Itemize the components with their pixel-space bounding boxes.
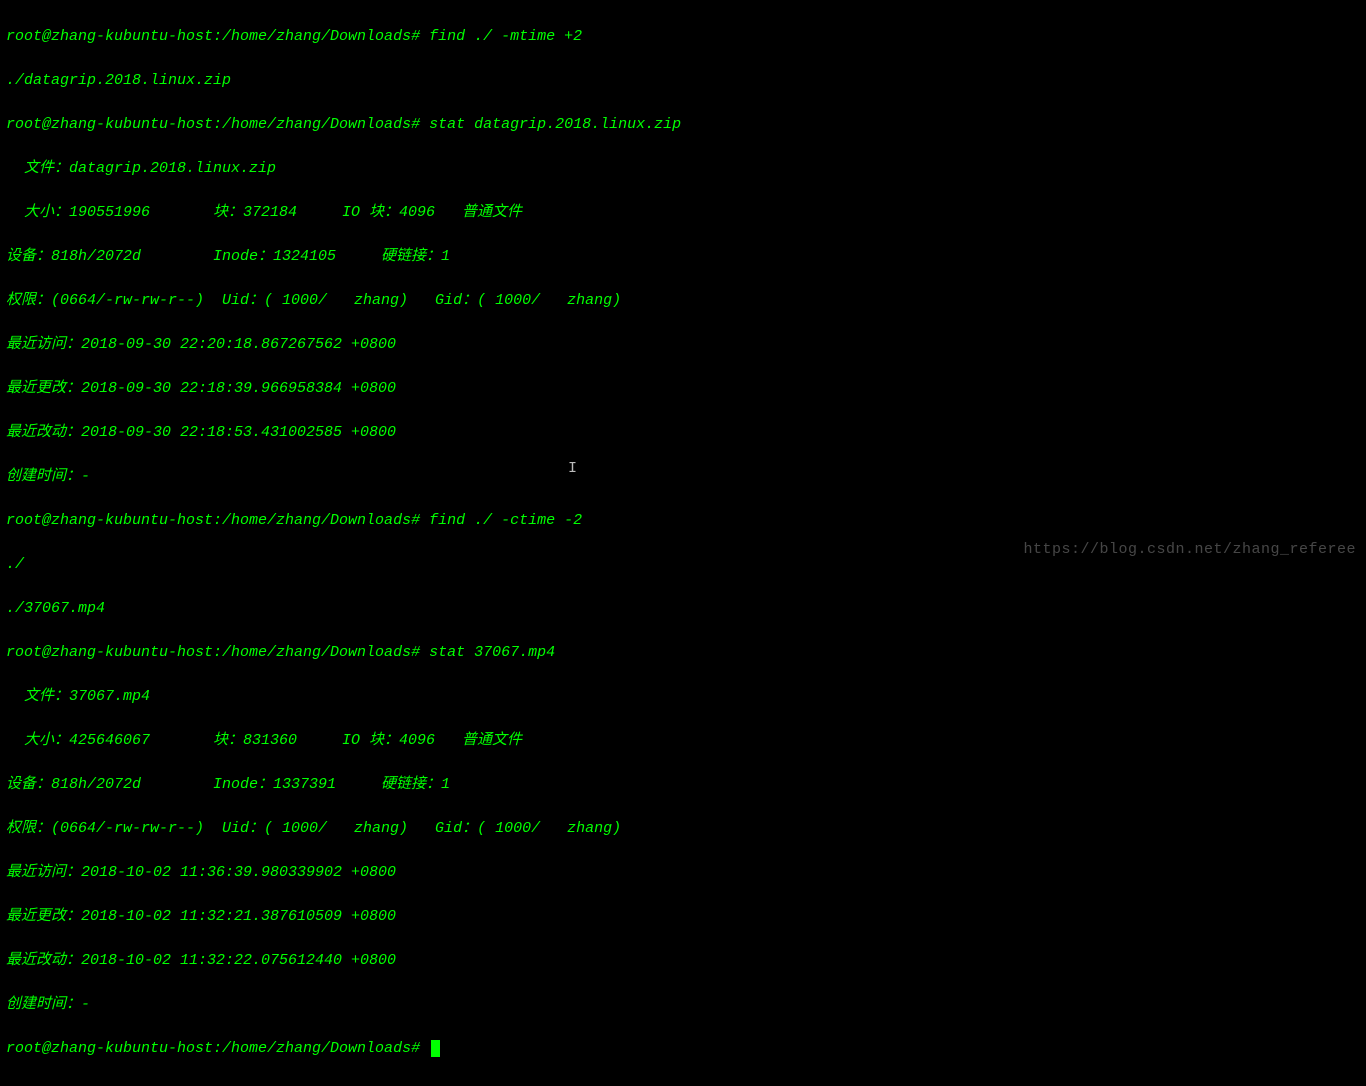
command-line: root@zhang-kubuntu-host:/home/zhang/Down…	[6, 510, 1360, 532]
shell-prompt: root@zhang-kubuntu-host:/home/zhang/Down…	[6, 512, 429, 529]
shell-prompt: root@zhang-kubuntu-host:/home/zhang/Down…	[6, 116, 429, 133]
output-line: 最近更改：2018-10-02 11:32:21.387610509 +0800	[6, 906, 1360, 928]
output-line: 大小：425646067 块：831360 IO 块：4096 普通文件	[6, 730, 1360, 752]
output-line: ./37067.mp4	[6, 598, 1360, 620]
watermark-text: https://blog.csdn.net/zhang_referee	[1023, 539, 1356, 561]
command-line: root@zhang-kubuntu-host:/home/zhang/Down…	[6, 114, 1360, 136]
output-line: 最近改动：2018-10-02 11:32:22.075612440 +0800	[6, 950, 1360, 972]
shell-prompt: root@zhang-kubuntu-host:/home/zhang/Down…	[6, 28, 429, 45]
command-text: find ./ -ctime -2	[429, 512, 582, 529]
output-line: 最近访问：2018-09-30 22:20:18.867267562 +0800	[6, 334, 1360, 356]
output-line: 创建时间：-	[6, 994, 1360, 1016]
output-line: 大小：190551996 块：372184 IO 块：4096 普通文件	[6, 202, 1360, 224]
cursor-block	[431, 1040, 440, 1057]
output-line: 权限：(0664/-rw-rw-r--) Uid：( 1000/ zhang) …	[6, 818, 1360, 840]
command-line[interactable]: root@zhang-kubuntu-host:/home/zhang/Down…	[6, 1038, 1360, 1060]
shell-prompt: root@zhang-kubuntu-host:/home/zhang/Down…	[6, 1040, 429, 1057]
command-line: root@zhang-kubuntu-host:/home/zhang/Down…	[6, 26, 1360, 48]
command-text: stat 37067.mp4	[429, 644, 555, 661]
output-line: 最近更改：2018-09-30 22:18:39.966958384 +0800	[6, 378, 1360, 400]
output-line: ./datagrip.2018.linux.zip	[6, 70, 1360, 92]
output-line: 最近访问：2018-10-02 11:36:39.980339902 +0800	[6, 862, 1360, 884]
output-line: 创建时间：-	[6, 466, 1360, 488]
output-line: 最近改动：2018-09-30 22:18:53.431002585 +0800	[6, 422, 1360, 444]
shell-prompt: root@zhang-kubuntu-host:/home/zhang/Down…	[6, 644, 429, 661]
output-line: 设备：818h/2072d Inode：1337391 硬链接：1	[6, 774, 1360, 796]
command-text: find ./ -mtime +2	[429, 28, 582, 45]
command-text: stat datagrip.2018.linux.zip	[429, 116, 681, 133]
command-line: root@zhang-kubuntu-host:/home/zhang/Down…	[6, 642, 1360, 664]
output-line: 文件：datagrip.2018.linux.zip	[6, 158, 1360, 180]
output-line: 文件：37067.mp4	[6, 686, 1360, 708]
output-line: 设备：818h/2072d Inode：1324105 硬链接：1	[6, 246, 1360, 268]
output-line: 权限：(0664/-rw-rw-r--) Uid：( 1000/ zhang) …	[6, 290, 1360, 312]
